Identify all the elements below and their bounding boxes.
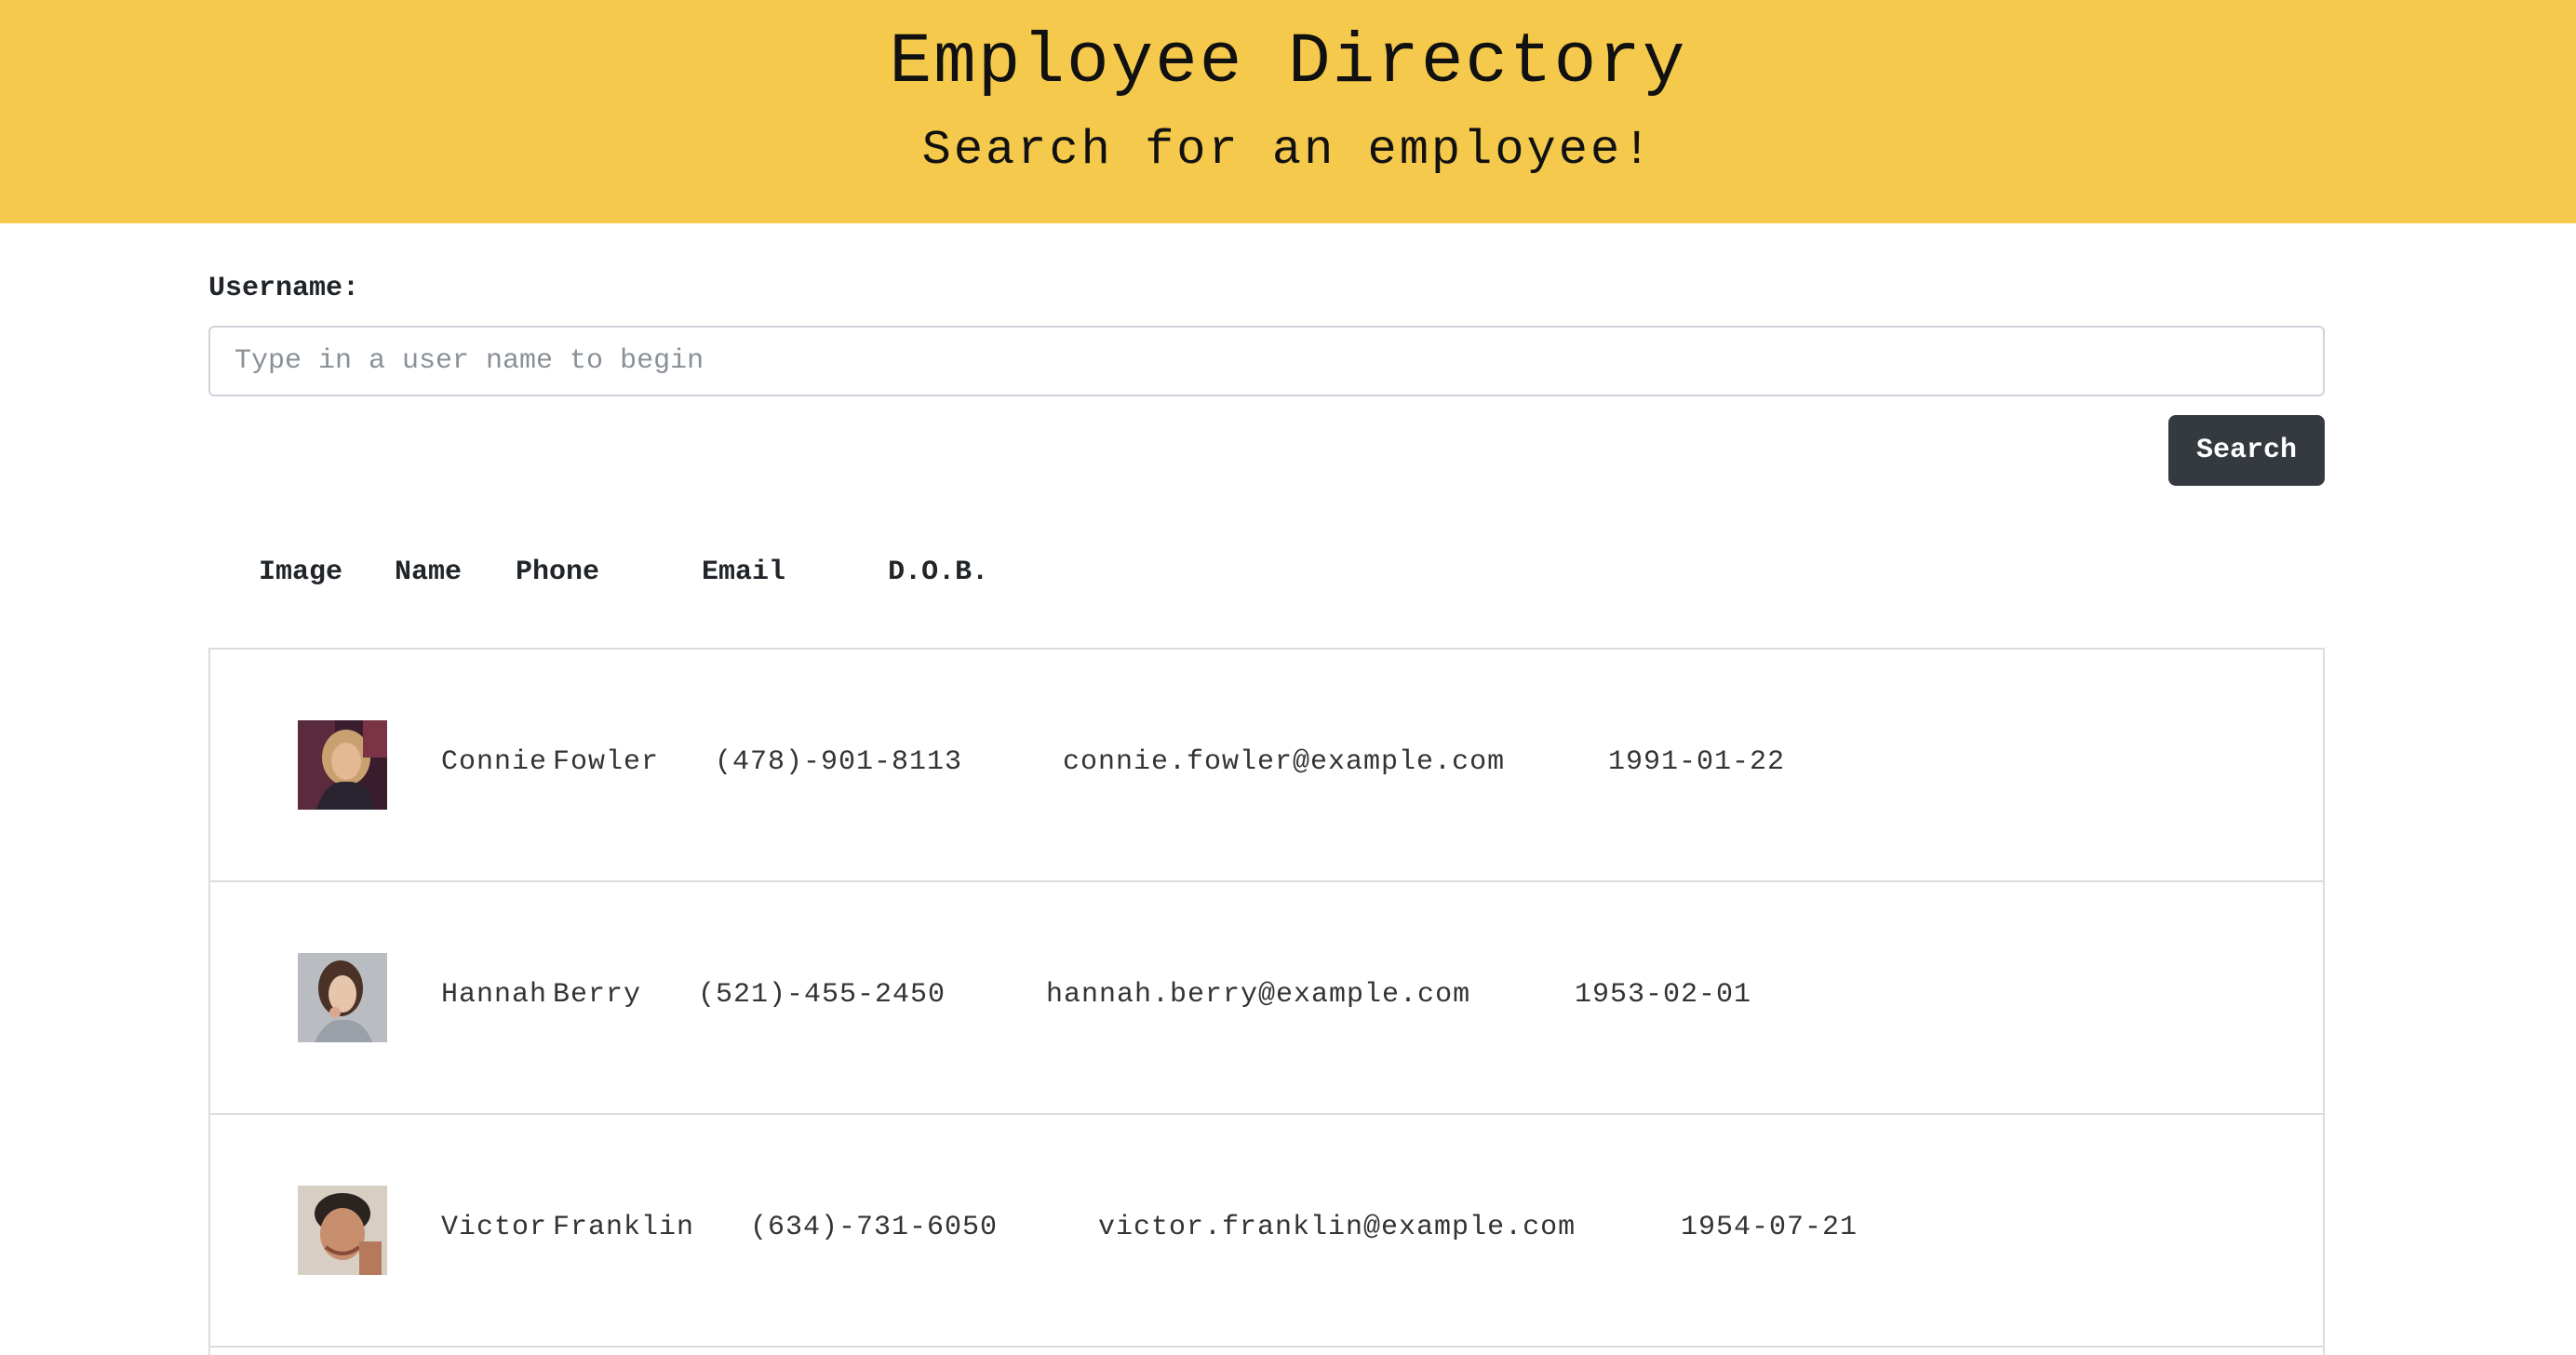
- employee-last-name: Franklin: [553, 1212, 695, 1243]
- employee-email[interactable]: hannah.berry@example.com: [1046, 979, 1470, 1011]
- employee-phone: (478)-901-8113: [715, 746, 963, 778]
- username-label: Username:: [208, 273, 360, 304]
- button-row: Search: [208, 415, 2325, 486]
- table-row: Connie Fowler (478)-901-8113 connie.fowl…: [210, 650, 2323, 882]
- employee-email[interactable]: victor.franklin@example.com: [1098, 1212, 1576, 1243]
- table-row: Victor Franklin (634)-731-6050 victor.fr…: [210, 1115, 2323, 1348]
- page-title: Employee Directory: [889, 22, 1687, 102]
- avatar: [298, 953, 387, 1042]
- employee-email[interactable]: connie.fowler@example.com: [1063, 746, 1505, 778]
- username-search-input[interactable]: [208, 326, 2325, 396]
- employee-dob: 1991-01-22: [1608, 746, 1786, 778]
- search-button[interactable]: Search: [2168, 415, 2325, 486]
- employee-phone: (634)-731-6050: [750, 1212, 999, 1243]
- employee-first-name: Hannah: [441, 979, 548, 1011]
- table-header: Image Name Phone Email D.O.B.: [208, 557, 988, 588]
- employee-dob: 1954-07-21: [1681, 1212, 1858, 1243]
- table-row: Hannah Berry (521)-455-2450 hannah.berry…: [210, 882, 2323, 1115]
- column-header-dob[interactable]: D.O.B.: [888, 557, 988, 588]
- search-form: Username: Search: [208, 272, 2325, 486]
- employee-last-name: Fowler: [553, 746, 660, 778]
- page-header: Employee Directory Search for an employe…: [0, 0, 2576, 223]
- column-header-name[interactable]: Name: [395, 557, 462, 588]
- column-header-image[interactable]: Image: [259, 557, 342, 588]
- employee-last-name: Berry: [553, 979, 642, 1011]
- avatar: [298, 1186, 387, 1275]
- employee-first-name: Victor: [441, 1212, 548, 1243]
- avatar: [298, 720, 387, 810]
- page-subtitle: Search for an employee!: [921, 123, 1655, 178]
- employee-table-body: Connie Fowler (478)-901-8113 connie.fowl…: [208, 648, 2325, 1355]
- column-header-phone[interactable]: Phone: [516, 557, 599, 588]
- employee-first-name: Connie: [441, 746, 548, 778]
- column-header-email[interactable]: Email: [702, 557, 785, 588]
- employee-phone: (521)-455-2450: [698, 979, 946, 1011]
- employee-dob: 1953-02-01: [1575, 979, 1752, 1011]
